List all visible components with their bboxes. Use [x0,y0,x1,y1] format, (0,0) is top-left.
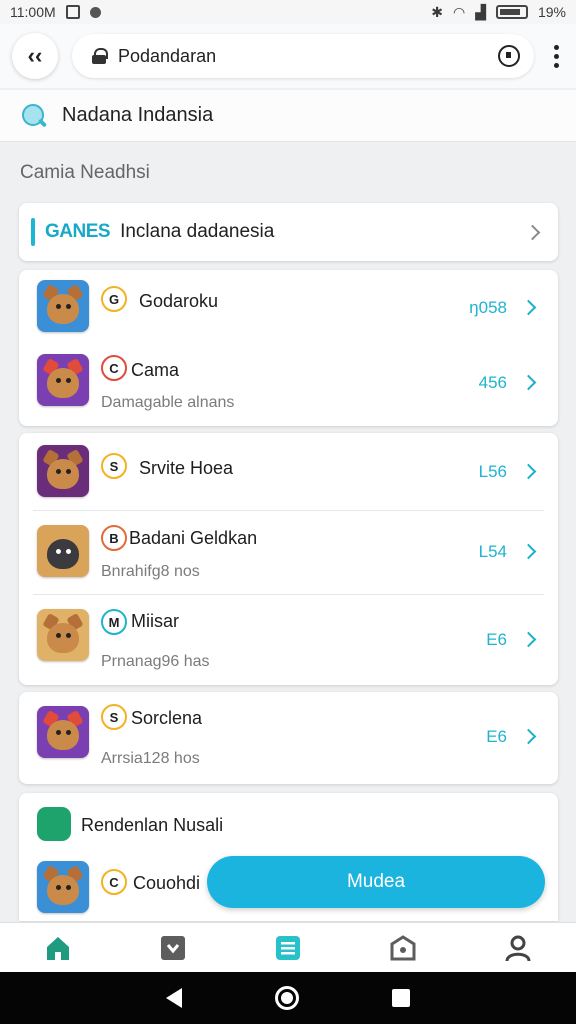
search-icon [20,102,48,130]
app-icon [37,280,89,332]
download-icon[interactable] [159,934,187,962]
list-icon[interactable] [274,934,302,962]
accent-bar [31,218,35,246]
game-badge-icon: C [101,355,127,381]
games-category-label: Inclana dadanesia [120,221,275,242]
item-subtitle: Damagable alnans [101,394,235,411]
address-text: Podandaran [118,45,217,66]
chevron-right-icon [520,543,537,560]
system-home-icon[interactable] [274,986,299,1010]
lock-icon [92,48,108,64]
item-title: Badani Geldkan [129,528,258,548]
item-title: Couohdi [133,873,201,893]
item-count: 456 [478,373,507,392]
bottom-navigation [0,922,576,972]
item-title: Sorclena [131,708,203,728]
list-item[interactable]: C Cama Damagable alnans 456 [19,346,558,426]
item-count: E6 [486,630,507,649]
list-item[interactable]: S Sorclena Arrsia128 hos E6 [19,692,558,784]
item-count: E6 [486,727,507,746]
search-title: Nadana Indansia [62,104,214,126]
item-title: Miisar [131,611,179,631]
app-icon [37,609,89,661]
system-navigation [0,972,576,1024]
app-group-3: S Sorclena Arrsia128 hos E6 [19,692,558,784]
store-icon[interactable] [389,934,417,962]
item-count: ŋ058 [469,298,507,317]
item-subtitle: Bnrahifg8 nos [101,563,200,580]
browser-toolbar: ‹‹ Podandaran [0,24,576,88]
game-badge-icon: S [101,704,127,730]
system-recents-icon[interactable] [391,989,410,1007]
list-item[interactable]: S Srvite Hoea L56 [19,433,558,509]
search-bar[interactable]: Nadana Indansia [0,90,576,142]
item-count: L54 [478,542,507,561]
chevron-right-icon [520,374,537,391]
battery-level: 19% [537,4,566,20]
more-options-icon[interactable] [548,44,564,68]
app-icon [37,445,89,497]
games-category-row[interactable]: GANES Inclana dadanesia [19,203,558,261]
app-group-1: G Godaroku ŋ058 C Cama Damagable alnans … [19,270,558,426]
section-label: Camia Neadhsi [20,162,150,183]
app-icon [37,706,89,758]
system-back-icon[interactable] [166,988,183,1008]
app-group-2: S Srvite Hoea L56 B Badani Geldkan Bnrah… [19,433,558,685]
game-badge-icon: G [101,286,127,312]
bluetooth-icon: ✱ [431,3,443,20]
floating-action-button[interactable]: Mudea [207,856,545,908]
item-title: Cama [131,360,180,380]
game-badge-icon: S [101,453,127,479]
item-subtitle: Prnanag96 has [101,653,210,670]
tab-switcher-icon[interactable] [498,45,520,67]
wifi-icon: ◠ [452,3,466,20]
chevron-right-icon [520,631,537,648]
home-icon[interactable] [44,934,72,962]
battery-icon [495,5,528,19]
section-title: Rendenlan Nusali [81,815,224,835]
back-arrow-icon: ‹‹ [27,43,43,68]
signal-icon: ▟ [475,3,486,20]
profile-icon[interactable] [504,934,532,962]
chevron-right-icon [520,728,537,745]
chevron-right-icon [524,224,541,240]
section-header[interactable]: Rendenlan Nusali [19,793,558,855]
game-badge-icon: B [101,525,127,551]
game-badge-icon: C [101,869,127,895]
game-badge-icon: M [101,609,127,635]
notification-icon [65,5,80,19]
chevron-right-icon [520,299,537,316]
item-subtitle: Arrsia128 hos [101,750,200,767]
item-title: Godaroku [139,291,219,311]
status-time: 11:00M [10,4,56,20]
chevron-right-icon [520,463,537,480]
item-title: Srvite Hoea [139,458,234,478]
item-count: L56 [478,462,507,481]
list-item[interactable]: M Miisar Prnanag96 has E6 [19,595,558,685]
app-icon [37,525,89,577]
status-bar: 11:00M ✱ ◠ ▟ 19% [0,0,576,24]
app-icon [37,354,89,406]
chat-icon [37,807,71,841]
list-item[interactable]: B Badani Geldkan Bnrahifg8 nos L54 [19,511,558,593]
app-icon [37,861,89,913]
back-button[interactable]: ‹‹ [12,33,58,79]
address-bar[interactable]: Podandaran [72,34,534,78]
games-tag: GANES [45,221,111,242]
sync-icon [89,6,101,18]
list-item[interactable]: G Godaroku ŋ058 [19,270,558,344]
